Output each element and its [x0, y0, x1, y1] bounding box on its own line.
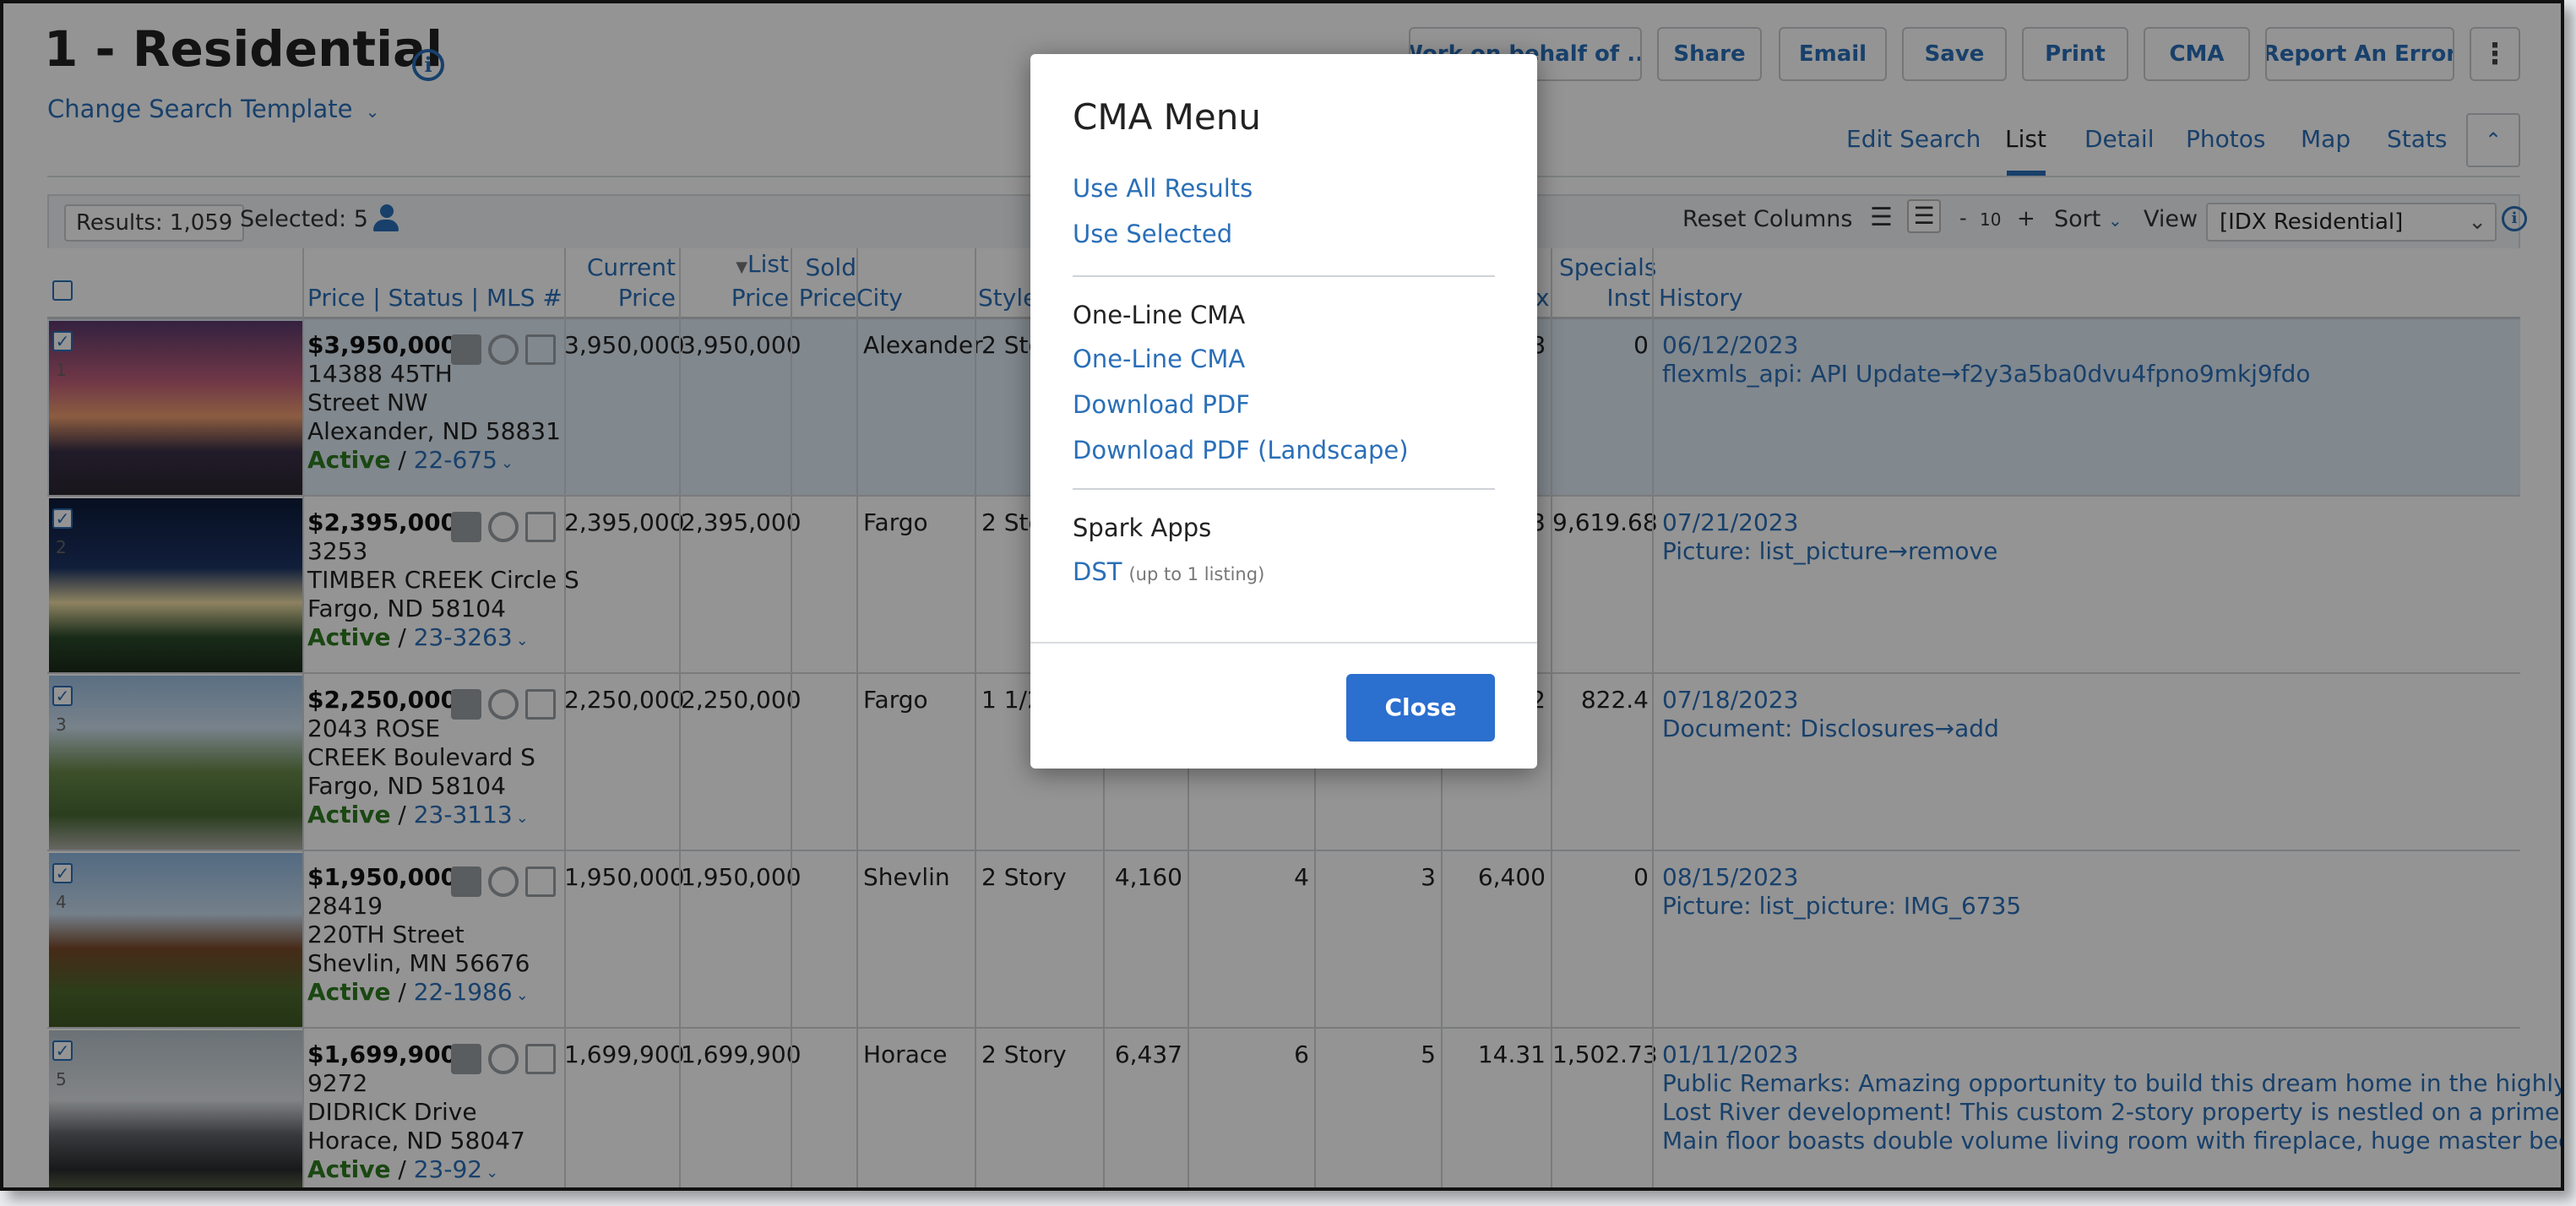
- cma-menu-dialog: CMA Menu Use All Results Use Selected On…: [1030, 54, 1537, 769]
- app-window: 1 - Residential i Change Search Template…: [0, 0, 2564, 1191]
- divider: [1073, 488, 1495, 490]
- dialog-title: CMA Menu: [1073, 96, 1261, 138]
- divider: [1073, 275, 1495, 277]
- download-pdf-landscape-link[interactable]: Download PDF (Landscape): [1073, 436, 1409, 464]
- use-all-results-link[interactable]: Use All Results: [1073, 174, 1253, 203]
- close-button[interactable]: Close: [1346, 674, 1495, 742]
- dst-note: (up to 1 listing): [1128, 564, 1265, 584]
- dialog-footer-divider: [1030, 642, 1537, 644]
- page: 1 - Residential i Change Search Template…: [3, 3, 2561, 1187]
- spark-apps-heading: Spark Apps: [1073, 513, 1212, 542]
- dst-link[interactable]: DST (up to 1 listing): [1073, 557, 1264, 586]
- dst-link-label: DST: [1073, 557, 1122, 586]
- download-pdf-link[interactable]: Download PDF: [1073, 390, 1250, 419]
- use-selected-link[interactable]: Use Selected: [1073, 220, 1232, 248]
- one-line-cma-link[interactable]: One-Line CMA: [1073, 345, 1245, 373]
- one-line-cma-heading: One-Line CMA: [1073, 301, 1246, 329]
